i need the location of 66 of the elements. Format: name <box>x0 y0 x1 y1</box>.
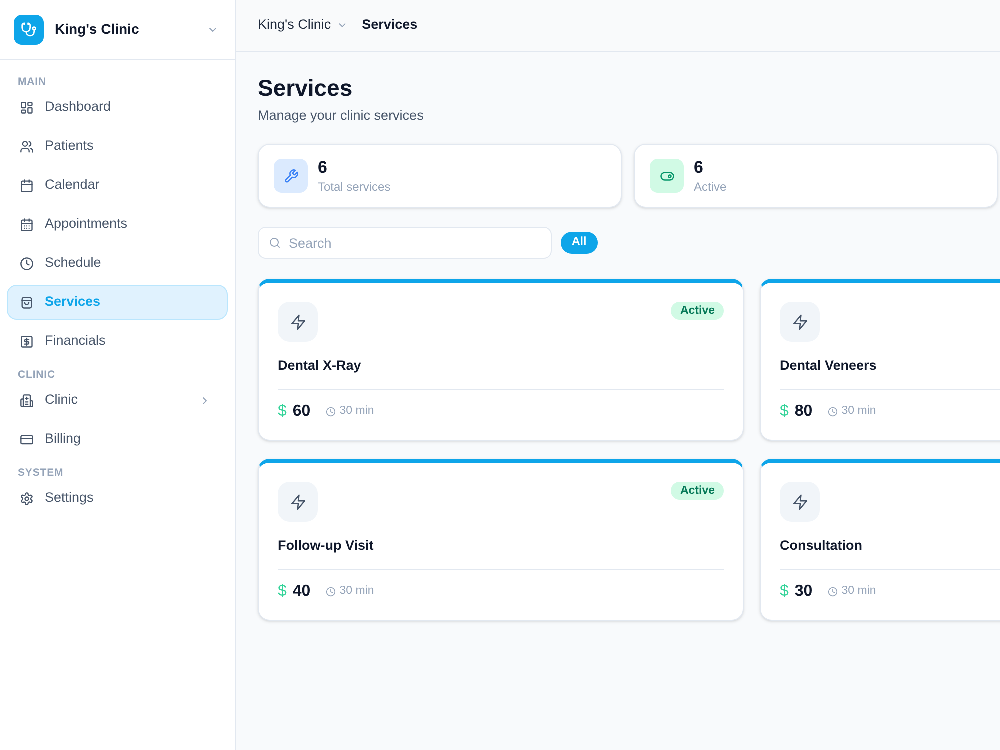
lightning-icon <box>780 482 820 522</box>
settings-icon <box>20 492 34 506</box>
service-duration: 30 min <box>340 584 374 600</box>
service-name: Dental X-Ray <box>278 357 362 375</box>
nav-item[interactable]: Clinic <box>7 383 228 418</box>
nav-item[interactable]: Settings <box>7 481 228 516</box>
bag-icon <box>20 296 34 310</box>
toggle-icon <box>650 159 684 193</box>
calendar-days-icon <box>20 218 34 232</box>
service-card[interactable]: Consultation $ 30 30 min <box>760 459 1000 621</box>
stat-value: 6 <box>318 157 328 179</box>
nav-item[interactable]: Schedule <box>7 246 228 281</box>
lightning-icon <box>780 302 820 342</box>
service-price: 60 <box>292 402 311 422</box>
service-price: 40 <box>292 582 311 602</box>
clock-icon <box>828 587 838 597</box>
logo-icon <box>14 14 44 44</box>
currency-symbol: $ <box>780 402 789 422</box>
service-card[interactable]: Active Follow-up Visit $ 40 30 min <box>258 459 744 621</box>
currency-symbol: $ <box>278 402 287 422</box>
clock-icon <box>20 256 34 270</box>
users-icon <box>20 140 34 154</box>
service-name: Consultation <box>780 537 862 555</box>
service-duration: 30 min <box>340 404 374 420</box>
section-label: CLINIC <box>18 368 56 383</box>
clock-icon <box>326 407 336 417</box>
nav-item[interactable]: Calendar <box>7 168 228 203</box>
status-badge: Active <box>671 482 724 500</box>
grid-icon <box>20 100 34 114</box>
service-price: 30 <box>794 582 813 602</box>
status-badge: Active <box>671 302 724 320</box>
nav-item[interactable]: Financials <box>7 324 228 359</box>
currency-symbol: $ <box>780 582 789 602</box>
service-card[interactable]: Active Dental X-Ray $ 60 30 min <box>258 279 744 441</box>
nav-item[interactable]: Dashboard <box>7 90 228 125</box>
service-name: Dental Veneers <box>780 357 877 375</box>
breadcrumb-link[interactable]: King's Clinic <box>258 15 332 36</box>
search-field[interactable]: Search <box>258 227 552 259</box>
lightning-icon <box>278 482 318 522</box>
page-subtitle: Manage your clinic services <box>258 107 424 125</box>
building-icon <box>20 394 34 408</box>
nav-item[interactable]: Billing <box>7 422 228 457</box>
stat-label: Active <box>694 179 727 195</box>
clock-icon <box>326 587 336 597</box>
wrench-icon <box>274 159 308 193</box>
section-label: MAIN <box>18 75 47 90</box>
service-price: 80 <box>794 402 813 422</box>
nav-item[interactable]: Appointments <box>7 207 228 242</box>
service-duration: 30 min <box>842 404 876 420</box>
breadcrumb-current: Services <box>362 16 418 34</box>
stat-value: 6 <box>694 157 704 179</box>
page-title: Services <box>258 74 353 103</box>
currency-symbol: $ <box>278 582 287 602</box>
nav-item[interactable]: Patients <box>7 129 228 164</box>
section-label: SYSTEM <box>18 466 64 481</box>
clinic-name[interactable]: King's Clinic <box>55 19 140 40</box>
lightning-icon <box>278 302 318 342</box>
service-card[interactable]: Dental Veneers $ 80 30 min <box>760 279 1000 441</box>
service-duration: 30 min <box>842 584 876 600</box>
stat-label: Total services <box>318 179 391 195</box>
clock-icon <box>828 407 838 417</box>
service-name: Follow-up Visit <box>278 537 374 555</box>
credit-card-icon <box>20 432 34 446</box>
dollar-square-icon <box>20 334 34 348</box>
search-icon <box>269 237 281 249</box>
calendar-icon <box>20 178 34 192</box>
